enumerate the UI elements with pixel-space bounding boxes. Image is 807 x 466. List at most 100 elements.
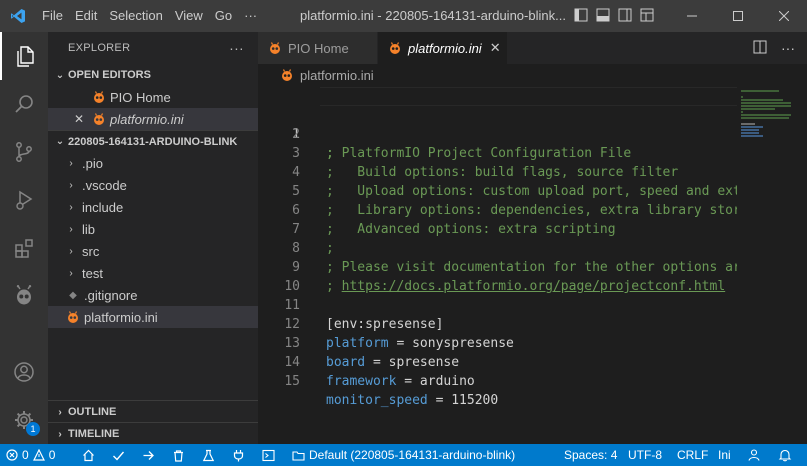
code-line: 2 ; [258, 106, 737, 161]
maximize-button[interactable] [715, 0, 761, 32]
tab-label: PIO Home [288, 40, 349, 56]
pio-build-button[interactable] [112, 444, 125, 466]
platformio-file-icon [280, 68, 294, 82]
code-line: 9 ; https://docs.platformio.org/page/pro… [258, 239, 737, 294]
activity-bar: 1 [0, 32, 48, 444]
minimap[interactable] [737, 86, 807, 444]
workspace-folder-header[interactable]: ⌄ 220805-164131-ARDUINO-BLINK [48, 130, 258, 152]
toggle-secondary-sidebar-icon[interactable] [618, 8, 632, 25]
encoding-selector[interactable]: UTF-8 [628, 444, 662, 466]
source-control-activity[interactable] [0, 128, 48, 176]
open-editors-header[interactable]: ⌄ OPEN EDITORS [48, 64, 258, 86]
accounts-activity[interactable] [0, 348, 48, 396]
warning-count: 0 [48, 448, 56, 462]
pio-test-button[interactable] [202, 444, 215, 466]
open-editor-platformio-ini[interactable]: ✕ platformio.ini [48, 108, 258, 130]
code-line: 12 platform = sonyspresense [258, 296, 737, 351]
tree-folder-test[interactable]: › test [48, 262, 258, 284]
pio-upload-button[interactable] [142, 444, 155, 466]
chevron-right-icon: › [69, 223, 73, 235]
platformio-alien-icon [16, 285, 32, 305]
menu-selection[interactable]: Selection [103, 0, 168, 32]
language-mode-selector[interactable]: Ini [718, 444, 731, 466]
timeline-label: TIMELINE [68, 428, 120, 440]
extensions-activity[interactable] [0, 224, 48, 272]
breadcrumb[interactable]: platformio.ini [258, 64, 807, 86]
outline-header[interactable]: › OUTLINE [48, 401, 258, 423]
platformio-file-icon [90, 90, 108, 104]
code-line: 4 ; Upload options: custom upload port, … [258, 144, 737, 199]
search-activity[interactable] [0, 80, 48, 128]
breadcrumb-file: platformio.ini [300, 67, 374, 83]
account-icon [14, 362, 34, 382]
folder-icon [292, 450, 305, 461]
explorer-more-button[interactable]: ··· [229, 40, 244, 56]
tree-folder-src[interactable]: › src [48, 240, 258, 262]
code-line: 13 board = spresense [258, 315, 737, 370]
menu-edit[interactable]: Edit [69, 0, 103, 32]
pio-clean-button[interactable] [172, 444, 185, 466]
code-line: 6 ; Advanced options: extra scripting [258, 182, 737, 237]
notifications-button[interactable] [778, 444, 792, 466]
status-bar: 0 0 Default (220805-164131-arduino-blink… [0, 444, 807, 466]
code-line: 15 monitor_speed = 115200 [258, 353, 737, 408]
trash-icon [174, 449, 183, 462]
tree-item-label: src [82, 243, 100, 259]
eol-selector[interactable]: CRLF [677, 444, 708, 466]
gitignore-file-icon: ◆ [69, 289, 77, 301]
code-line: 3 ; Build options: build flags, source f… [258, 125, 737, 180]
code-editor[interactable]: 1 ; PlatformIO Project Configuration Fil… [258, 86, 737, 444]
minimize-button[interactable] [669, 0, 715, 32]
menu-go[interactable]: Go [209, 0, 238, 32]
chevron-right-icon: › [69, 201, 73, 213]
platformio-file-icon [64, 310, 82, 324]
indentation-selector[interactable]: Spaces: 4 [564, 444, 617, 466]
explorer-title: EXPLORER [68, 42, 131, 54]
chevron-right-icon: › [69, 267, 73, 279]
close-window-button[interactable] [761, 0, 807, 32]
customize-layout-icon[interactable] [640, 8, 654, 25]
menu-file[interactable]: File [36, 0, 69, 32]
close-tab-button[interactable]: ✕ [490, 40, 501, 56]
pio-home-button[interactable] [82, 444, 95, 466]
project-environment-switcher[interactable]: Default (220805-164131-arduino-blink) [292, 444, 515, 466]
source-control-icon [16, 142, 32, 162]
platformio-activity[interactable] [0, 272, 48, 320]
chevron-right-icon: › [58, 406, 62, 418]
tree-item-label: .vscode [82, 177, 127, 193]
tab-platformio-ini[interactable]: platformio.ini ✕ [378, 32, 508, 64]
tree-item-label: test [82, 265, 103, 281]
menu-view[interactable]: View [169, 0, 209, 32]
split-editor-icon[interactable] [753, 40, 767, 57]
tree-file-gitignore[interactable]: ◆ .gitignore [48, 284, 258, 306]
tab-pio-home[interactable]: PIO Home [258, 32, 378, 64]
tree-item-label: platformio.ini [84, 309, 158, 325]
tree-file-platformio-ini[interactable]: platformio.ini [48, 306, 258, 328]
chevron-right-icon: › [69, 245, 73, 257]
pio-serial-monitor-button[interactable] [232, 444, 245, 466]
open-editors-label: OPEN EDITORS [68, 69, 151, 81]
more-actions-icon[interactable]: ··· [781, 40, 795, 56]
encoding-label: UTF-8 [628, 448, 662, 462]
chevron-right-icon: › [69, 179, 73, 191]
toggle-panel-icon[interactable] [596, 8, 610, 25]
tree-folder-include[interactable]: › include [48, 196, 258, 218]
run-debug-activity[interactable] [0, 176, 48, 224]
close-editor-button[interactable]: ✕ [74, 112, 90, 126]
tree-item-label: .gitignore [84, 287, 138, 303]
menu-more[interactable]: ··· [238, 0, 263, 32]
timeline-header[interactable]: › TIMELINE [48, 423, 258, 445]
maximize-icon [733, 11, 743, 21]
problems-indicator[interactable]: 0 0 [6, 444, 55, 466]
close-icon [779, 11, 789, 21]
explorer-activity[interactable] [0, 32, 48, 80]
pio-terminal-button[interactable] [262, 444, 275, 466]
tree-folder-vscode[interactable]: › .vscode [48, 174, 258, 196]
tree-folder-lib[interactable]: › lib [48, 218, 258, 240]
toggle-primary-sidebar-icon[interactable] [574, 8, 588, 25]
feedback-button[interactable] [747, 444, 761, 466]
tree-folder-pio[interactable]: › .pio [48, 152, 258, 174]
manage-activity[interactable]: 1 [0, 396, 48, 444]
outline-label: OUTLINE [68, 406, 117, 418]
open-editor-pio-home[interactable]: PIO Home [48, 86, 258, 108]
